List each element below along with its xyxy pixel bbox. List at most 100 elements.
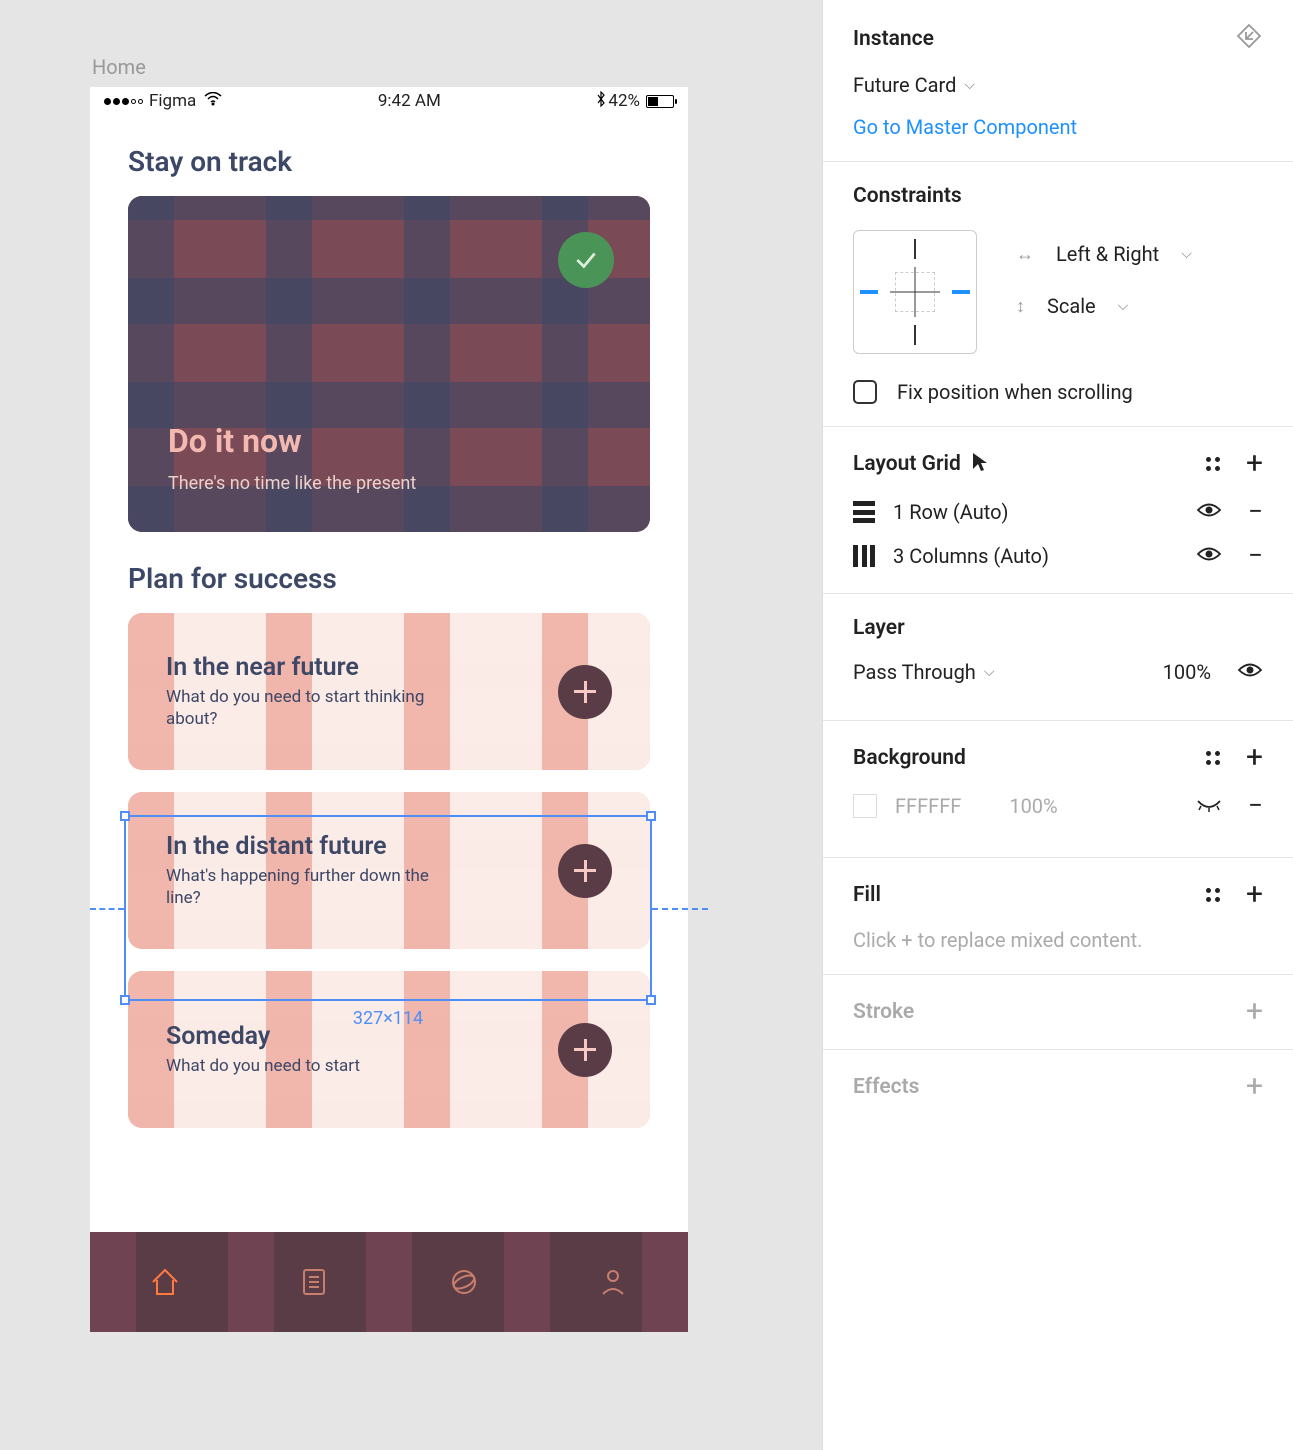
layer-panel: Layer Pass Through ⌵ 100% [823,594,1293,721]
carrier-label: Figma [149,91,196,111]
constraints-heading: Constraints [853,184,1263,208]
add-fill-button[interactable]: + [1246,880,1263,910]
grid-row-item[interactable]: 1 Row (Auto) − [853,497,1263,527]
layout-grid-panel: Layout Grid + 1 Row (Auto) − [823,427,1293,594]
rows-icon [853,501,875,523]
vertical-arrow-icon: ↕ [1016,296,1025,317]
fill-hint: Click + to replace mixed content. [853,928,1263,952]
tab-bar [90,1232,688,1332]
alignment-guide [652,908,708,910]
battery-pct: 42% [608,91,640,111]
alignment-guide [90,908,124,910]
remove-grid-button[interactable]: − [1248,541,1263,571]
add-grid-button[interactable]: + [1246,449,1263,479]
phone-frame[interactable]: Figma 9:42 AM 42% Stay on track Do it no… [90,87,688,1332]
columns-icon [853,545,875,567]
constraint-h-value: Left & Right [1056,242,1159,266]
card-subtitle: What's happening further down the line? [166,865,466,909]
chevron-down-icon: ⌵ [1118,298,1129,314]
chevron-down-icon: ⌵ [1181,246,1192,262]
style-picker-icon[interactable] [1206,888,1220,902]
add-icon[interactable] [558,1023,612,1077]
fill-heading: Fill [853,883,881,907]
tab-explore-icon[interactable] [443,1261,485,1303]
future-card-someday[interactable]: Someday What do you need to start [128,971,650,1128]
effects-heading: Effects [853,1075,919,1099]
stroke-heading: Stroke [853,1000,914,1024]
background-panel: Background + FFFFFF 100% − [823,721,1293,858]
section-title-stay: Stay on track [90,115,688,196]
future-card-near[interactable]: In the near future What do you need to s… [128,613,650,770]
frame-label[interactable]: Home [92,55,732,79]
hidden-eye-icon[interactable] [1196,794,1222,818]
style-picker-icon[interactable] [1206,751,1220,765]
bg-hex-input[interactable]: FFFFFF [895,794,961,818]
add-icon[interactable] [558,844,612,898]
layer-heading: Layer [853,616,1263,640]
style-picker-icon[interactable] [1206,457,1220,471]
background-heading: Background [853,746,966,770]
card-title: Someday [166,1022,360,1051]
horizontal-arrow-icon: ↔ [1016,244,1034,265]
constraint-horizontal-select[interactable]: ↔ Left & Right ⌵ [1016,242,1192,266]
cursor-icon [971,451,989,478]
constraints-panel: Constraints ↔ Left & Right ⌵ ↕ Scale ⌵ [823,162,1293,427]
pin-left[interactable] [860,290,878,294]
canvas[interactable]: Home Figma 9:42 AM 42% Stay on [0,0,822,1450]
remove-grid-button[interactable]: − [1248,497,1263,527]
layout-grid-heading: Layout Grid [853,452,961,476]
section-title-plan: Plan for success [90,532,688,613]
visibility-toggle-icon[interactable] [1196,544,1222,568]
effects-panel: Effects + [823,1050,1293,1124]
future-card-distant[interactable]: In the distant future What's happening f… [128,792,650,949]
do-it-now-card[interactable]: Do it now There's no time like the prese… [128,196,650,532]
instance-name: Future Card [853,73,956,97]
wifi-icon [204,91,222,111]
battery-icon [646,95,674,108]
add-effect-button[interactable]: + [1246,1072,1263,1102]
signal-icon [104,98,143,105]
bg-opacity-input[interactable]: 100% [1009,794,1057,818]
check-icon[interactable] [558,232,614,288]
go-to-master-link[interactable]: Go to Master Component [853,115,1263,139]
remove-background-button[interactable]: − [1248,791,1263,821]
color-swatch[interactable] [853,794,877,818]
tab-home-icon[interactable] [144,1261,186,1303]
card-title: In the near future [166,653,466,682]
visibility-toggle-icon[interactable] [1196,500,1222,524]
constraint-widget[interactable] [853,230,977,354]
bluetooth-icon [596,91,606,112]
clock: 9:42 AM [378,91,441,111]
stroke-panel: Stroke + [823,975,1293,1050]
add-background-button[interactable]: + [1246,743,1263,773]
tab-list-icon[interactable] [293,1261,335,1303]
chevron-down-icon: ⌵ [964,77,975,93]
fix-position-label: Fix position when scrolling [897,380,1133,404]
fill-panel: Fill + Click + to replace mixed content. [823,858,1293,975]
blend-mode-value: Pass Through [853,660,976,684]
grid-col-label: 3 Columns (Auto) [893,544,1049,568]
pin-right[interactable] [952,290,970,294]
fix-position-checkbox[interactable] [853,380,877,404]
instance-select[interactable]: Future Card ⌵ [853,73,1263,97]
card-title: In the distant future [166,832,466,861]
big-card-subtitle: There's no time like the present [168,473,416,494]
status-bar: Figma 9:42 AM 42% [90,87,688,115]
card-subtitle: What do you need to start [166,1055,360,1077]
card-subtitle: What do you need to start thinking about… [166,686,466,730]
reset-instance-icon[interactable] [1235,22,1263,55]
big-card-title: Do it now [168,422,302,460]
instance-heading: Instance [853,27,934,51]
visibility-toggle-icon[interactable] [1237,660,1263,684]
add-stroke-button[interactable]: + [1246,997,1263,1027]
blend-mode-select[interactable]: Pass Through ⌵ [853,660,994,684]
layer-opacity-input[interactable]: 100% [1163,660,1211,684]
add-icon[interactable] [558,665,612,719]
grid-row-label: 1 Row (Auto) [893,500,1008,524]
constraint-vertical-select[interactable]: ↕ Scale ⌵ [1016,294,1192,318]
tab-profile-icon[interactable] [592,1261,634,1303]
inspector-panel: Instance Future Card ⌵ Go to Master Comp… [822,0,1293,1450]
grid-column-item[interactable]: 3 Columns (Auto) − [853,541,1263,571]
constraint-v-value: Scale [1047,294,1096,318]
chevron-down-icon: ⌵ [984,664,995,680]
